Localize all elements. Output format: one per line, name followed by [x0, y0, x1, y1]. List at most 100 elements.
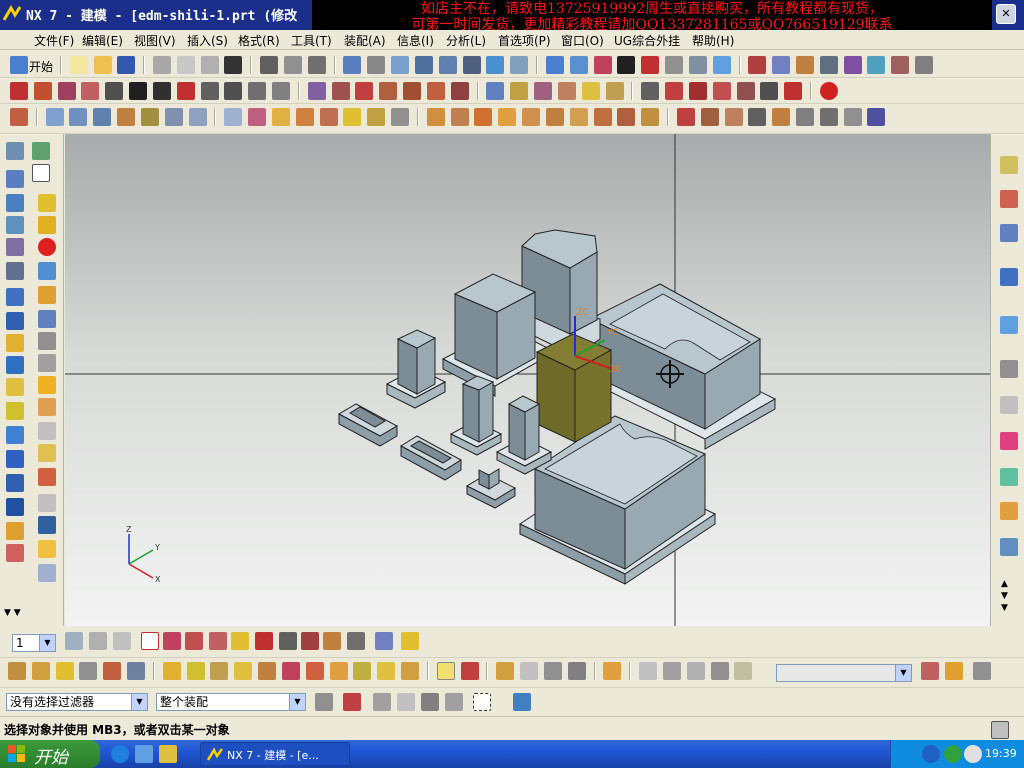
sphere-icon[interactable]	[748, 108, 767, 126]
polygon-icon[interactable]	[224, 82, 243, 100]
selection-icon[interactable]	[748, 56, 767, 74]
hide-icon[interactable]	[641, 56, 660, 74]
layer-settings-icon[interactable]	[65, 632, 83, 650]
selection-filter-select[interactable]: 没有选择过滤器 ▼	[6, 693, 148, 711]
slot-icon[interactable]	[38, 262, 56, 280]
mass-icon[interactable]	[353, 662, 372, 680]
drum-icon[interactable]	[38, 494, 56, 512]
fit-icon[interactable]	[343, 56, 362, 74]
angle-icon[interactable]	[305, 662, 324, 680]
pencil-icon[interactable]	[401, 632, 419, 650]
instance-icon[interactable]	[6, 450, 24, 468]
edit-object-icon[interactable]	[127, 662, 146, 680]
draft-icon[interactable]	[593, 108, 612, 126]
repeat-command-icon[interactable]	[307, 56, 326, 74]
boss-icon[interactable]	[38, 216, 56, 234]
project-curve-icon[interactable]	[403, 82, 422, 100]
intersect-curve-icon[interactable]	[426, 82, 445, 100]
divide-curve-icon[interactable]	[557, 82, 576, 100]
dropdown-arrow-icon[interactable]: ▼	[131, 694, 147, 710]
extract-icon[interactable]	[6, 474, 24, 492]
extrude-icon[interactable]	[6, 170, 24, 188]
menu-info[interactable]: 信息(I)	[393, 32, 438, 48]
menu-format[interactable]: 格式(R)	[234, 32, 284, 48]
select-face-icon[interactable]	[163, 632, 181, 650]
start-icon[interactable]	[10, 56, 28, 74]
deselect-icon[interactable]	[397, 693, 415, 711]
curve-length-icon[interactable]	[581, 82, 600, 100]
menu-ug-plugin[interactable]: UG综合外挂	[610, 32, 684, 48]
taskbar-item-nx[interactable]: NX 7 - 建模 - [e...	[200, 742, 350, 766]
more-tools-icon[interactable]	[867, 108, 886, 126]
line-icon[interactable]	[10, 82, 28, 100]
filter-icon[interactable]	[460, 662, 479, 680]
zoom-window-icon[interactable]	[391, 56, 410, 74]
clip-icon[interactable]	[662, 662, 681, 680]
graphics-window[interactable]: ZC YC XC Z Y X	[65, 134, 990, 626]
mirror-body-icon[interactable]	[700, 108, 719, 126]
menu-insert[interactable]: 插入(S)	[183, 32, 232, 48]
menu-preferences[interactable]: 首选项(P)	[494, 32, 555, 48]
menu-tools[interactable]: 工具(T)	[287, 32, 336, 48]
unite-icon[interactable]	[426, 108, 445, 126]
blend-icon[interactable]	[6, 378, 24, 396]
datum-plane-icon[interactable]	[32, 142, 50, 160]
surface-icon[interactable]	[45, 108, 64, 126]
snap-icon[interactable]	[772, 56, 791, 74]
mirror-curve-icon[interactable]	[784, 82, 803, 100]
helix-icon[interactable]	[331, 82, 350, 100]
expression-icon[interactable]	[543, 662, 562, 680]
wrap-curve-icon[interactable]	[712, 82, 731, 100]
block-icon[interactable]	[772, 108, 791, 126]
electrode-small[interactable]	[465, 468, 517, 509]
snap-point-type-icon[interactable]	[343, 693, 361, 711]
shield-icon[interactable]	[944, 745, 962, 763]
clock-icon[interactable]	[843, 108, 862, 126]
pattern-icon[interactable]	[676, 108, 695, 126]
edge-blend-icon[interactable]	[545, 108, 564, 126]
scale-curve-icon[interactable]	[760, 82, 779, 100]
view-section-icon[interactable]	[712, 56, 731, 74]
rotate-object-icon[interactable]	[79, 662, 98, 680]
through-curves-icon[interactable]	[93, 108, 112, 126]
section-curve-icon[interactable]	[450, 82, 469, 100]
snap-intersect-icon[interactable]	[347, 632, 365, 650]
patch-icon[interactable]	[391, 108, 410, 126]
start-button[interactable]: 开始	[0, 740, 100, 768]
scroll-arrows-icon[interactable]: ▲ ▼ ▼	[1001, 578, 1008, 614]
clearance-icon[interactable]	[401, 662, 420, 680]
text-icon[interactable]	[129, 82, 148, 100]
book-icon[interactable]	[38, 516, 56, 534]
copy-layer-icon[interactable]	[113, 632, 131, 650]
analysis-icon[interactable]	[796, 56, 814, 74]
start-menu-label[interactable]: 开始	[29, 58, 53, 75]
snap-end-icon[interactable]	[279, 632, 297, 650]
view-forward-icon[interactable]	[945, 662, 963, 680]
sequence-icon[interactable]	[734, 662, 753, 680]
emboss-icon[interactable]	[38, 310, 56, 328]
pan-icon[interactable]	[462, 56, 481, 74]
menu-edit[interactable]: 编辑(E)	[78, 32, 127, 48]
snap-point-icon[interactable]	[255, 632, 273, 650]
view-orient-icon[interactable]	[510, 56, 529, 74]
pocket-icon[interactable]	[6, 238, 24, 256]
check-icon[interactable]	[377, 662, 396, 680]
wave-icon[interactable]	[10, 108, 28, 126]
revolve-icon[interactable]	[6, 194, 24, 212]
enlarge-icon[interactable]	[367, 108, 386, 126]
rectangle-select-icon[interactable]	[473, 693, 491, 711]
trim-sheet-icon[interactable]	[248, 108, 267, 126]
shell-body-icon[interactable]	[38, 398, 56, 416]
model-view[interactable]: ZC YC XC Z Y X	[65, 134, 990, 626]
split-body-icon[interactable]	[522, 108, 541, 126]
undo-icon[interactable]	[260, 56, 279, 74]
function-icon[interactable]	[973, 662, 991, 680]
mesh-surface-icon[interactable]	[69, 108, 88, 126]
history-icon[interactable]	[1000, 316, 1018, 334]
snap-mid-icon[interactable]	[301, 632, 319, 650]
isoparametric-icon[interactable]	[736, 82, 755, 100]
render-style-icon[interactable]	[569, 56, 588, 74]
ruler-icon[interactable]	[375, 632, 393, 650]
select-icon[interactable]	[141, 632, 159, 650]
menu-help[interactable]: 帮助(H)	[688, 32, 738, 48]
